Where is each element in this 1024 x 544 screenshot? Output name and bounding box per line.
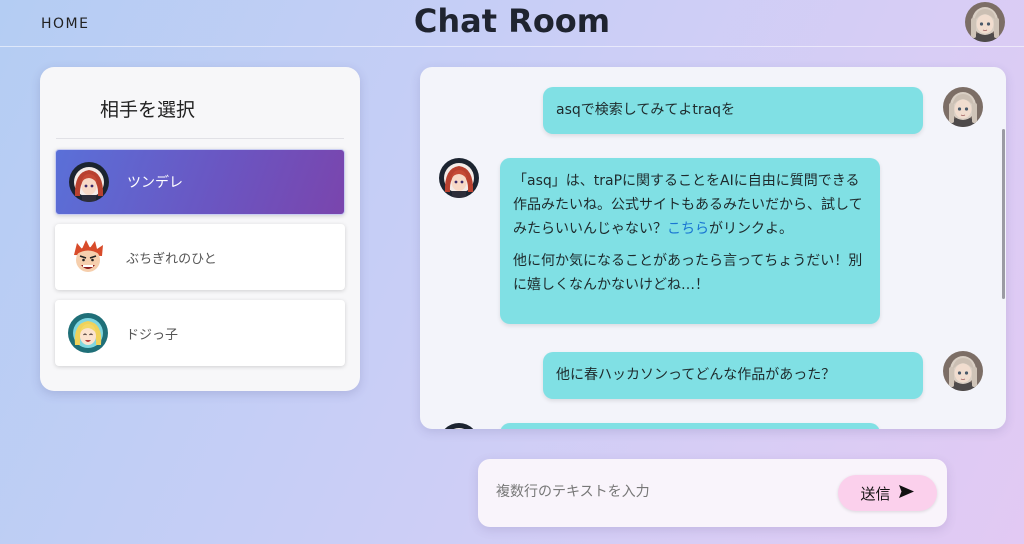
partner-select-panel: 相手を選択 ツンデレ ぶちぎれのひと ドジっ子 — [40, 67, 360, 391]
message-paragraph: 「asq」は、traPに関することをAIに自由に質問できる作品みたいね。公式サイ… — [513, 169, 868, 241]
tsundere-avatar — [69, 162, 109, 202]
divider — [56, 138, 344, 139]
user-message-bubble: asqで検索してみてよtraqを — [543, 87, 923, 134]
bot-message-avatar — [439, 423, 479, 429]
send-arrow-icon — [898, 484, 915, 503]
message-composer: 送信 — [478, 459, 947, 527]
message-text: がリンクよ。 — [709, 221, 793, 237]
dojikko-avatar — [68, 313, 108, 353]
send-button-label: 送信 — [860, 484, 891, 503]
angry-avatar — [68, 237, 108, 277]
scrollbar-thumb[interactable] — [1002, 129, 1005, 299]
partner-item-label: ドジっ子 — [126, 327, 179, 343]
partner-item-label: ツンデレ — [127, 175, 183, 191]
top-bar: HOME Chat Room — [0, 0, 1024, 47]
bot-message-bubble-partial — [500, 423, 880, 429]
user-message-avatar — [943, 87, 983, 127]
bot-message-avatar — [439, 158, 479, 198]
partner-select-heading: 相手を選択 — [100, 99, 196, 121]
partner-item-angry[interactable]: ぶちぎれのひと — [55, 224, 345, 290]
page-title: Chat Room — [413, 2, 611, 40]
user-message-bubble: 他に春ハッカソンってどんな作品があった？ — [543, 352, 923, 399]
message-text: 他に何か気になることがあったら言ってちょうだい！別に嬉しくなんかないけどね…！ — [513, 253, 863, 293]
send-button[interactable]: 送信 — [838, 475, 937, 511]
user-avatar[interactable] — [965, 2, 1005, 42]
message-text: asqで検索してみてよtraqを — [556, 102, 736, 118]
partner-item-dojikko[interactable]: ドジっ子 — [55, 300, 345, 366]
partner-item-tsundere[interactable]: ツンデレ — [55, 149, 345, 215]
partner-item-label: ぶちぎれのひと — [126, 251, 217, 267]
message-text: 他に春ハッカソンってどんな作品があった？ — [556, 367, 836, 383]
bot-message-bubble: 「asq」は、traPに関することをAIに自由に質問できる作品みたいね。公式サイ… — [500, 158, 880, 324]
site-link[interactable]: こちら — [667, 221, 709, 237]
message-input[interactable] — [496, 481, 826, 507]
user-message-avatar — [943, 351, 983, 391]
chat-scrollbar[interactable] — [1000, 67, 1006, 429]
chat-log[interactable]: asqで検索してみてよtraqを 「asq」は、traPに関することをAIに自由… — [420, 67, 1006, 429]
